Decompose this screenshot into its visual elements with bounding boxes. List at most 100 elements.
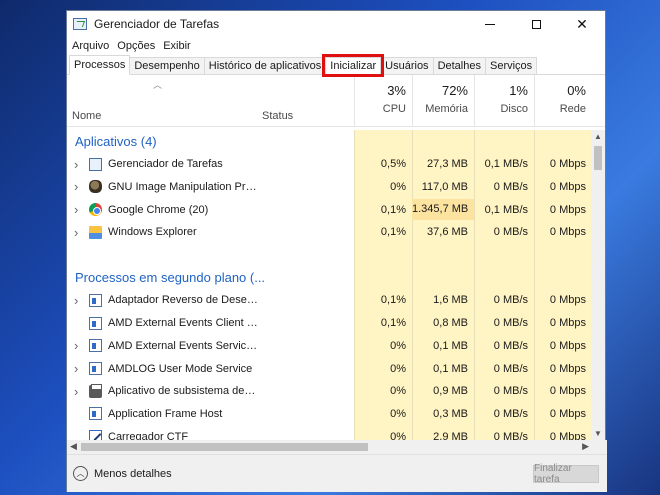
group-label: Processos em segundo plano (...: [75, 270, 266, 286]
less-details-label: Menos detalhes: [94, 467, 172, 480]
process-disk: 0 MB/s: [493, 226, 528, 239]
close-button[interactable]: ✕: [559, 11, 605, 37]
column-disk[interactable]: 1% Disco: [474, 75, 534, 127]
process-cpu: 0%: [390, 362, 406, 375]
maximize-button[interactable]: [513, 11, 559, 37]
process-disk: 0 MB/s: [493, 339, 528, 352]
process-disk: 0 MB/s: [493, 180, 528, 193]
column-header: ︿ Nome Status 3% CPU 72% Memória 1% Disc…: [67, 75, 605, 127]
tab-processos[interactable]: Processos: [69, 55, 131, 75]
process-name: AMD External Events Service M...: [108, 339, 258, 352]
process-name: GNU Image Manipulation Progr...: [108, 180, 258, 193]
chevron-right-icon[interactable]: ›: [74, 293, 78, 308]
process-name: Gerenciador de Tarefas: [108, 158, 223, 171]
chevron-right-icon[interactable]: ›: [74, 361, 78, 376]
process-cpu: 0,5%: [380, 158, 406, 171]
horizontal-scroll-thumb[interactable]: [81, 443, 368, 451]
process-row[interactable]: › AMD External Events Service M... 0% 0,1 M…: [67, 334, 592, 357]
group-header-apps[interactable]: Aplicativos (4): [67, 130, 592, 153]
tab-detalhes[interactable]: Detalhes: [432, 57, 486, 74]
scroll-left-icon[interactable]: ◀: [70, 441, 77, 452]
process-disk: 0 MB/s: [493, 294, 528, 307]
column-memory[interactable]: 72% Memória: [412, 75, 474, 127]
scroll-down-icon[interactable]: ▼: [594, 429, 602, 438]
horizontal-scrollbar[interactable]: ◀ ▶: [67, 440, 607, 454]
service-icon: [89, 316, 102, 330]
task-manager-icon: [89, 157, 102, 171]
menu-bar: Arquivo Opções Exibir: [67, 37, 605, 55]
tab-historico-de-aplicativos[interactable]: Histórico de aplicativos: [203, 57, 327, 74]
vertical-scrollbar[interactable]: ▲ ▼: [591, 130, 605, 440]
process-row[interactable]: › Gerenciador de Tarefas 0,5% 27,3 MB 0,1 MB…: [67, 153, 592, 176]
ctf-loader-icon: [89, 430, 102, 440]
process-row[interactable]: › Adaptador Reverso de Desempe... 0,1% 1,6 …: [67, 289, 592, 312]
process-mem: 2,9 MB: [433, 430, 468, 440]
disk-percent: 1%: [509, 83, 528, 98]
column-name[interactable]: Nome: [72, 110, 101, 122]
chevron-right-icon[interactable]: ›: [74, 338, 78, 353]
close-icon: ✕: [576, 15, 588, 32]
task-manager-window: Gerenciador de Tarefas ✕ Arquivo Opções …: [66, 10, 607, 492]
process-mem: 27,3 MB: [427, 158, 468, 171]
process-name: AMD External Events Client Mo...: [108, 317, 258, 330]
process-mem: 0,9 MB: [433, 385, 468, 398]
process-name: Carregador CTF: [108, 430, 189, 440]
process-row[interactable]: AMD External Events Client Mo... 0,1% 0,8 …: [67, 312, 592, 335]
service-icon: [89, 407, 102, 421]
process-net: 0 Mbps: [549, 158, 586, 171]
scroll-right-icon[interactable]: ▶: [582, 441, 589, 452]
process-disk: 0,1 MB/s: [484, 158, 528, 171]
sort-chevron-icon[interactable]: ︿: [153, 78, 162, 91]
chevron-right-icon[interactable]: ›: [74, 157, 78, 172]
chevron-right-icon[interactable]: ›: [74, 202, 78, 217]
process-row[interactable]: › GNU Image Manipulation Progr... 0% 117,0 …: [67, 175, 592, 198]
chevron-right-icon[interactable]: ›: [74, 179, 78, 194]
process-cpu: 0%: [390, 339, 406, 352]
process-net: 0 Mbps: [549, 294, 586, 307]
process-row[interactable]: Application Frame Host 0% 0,3 MB 0 MB/s 0 Mb…: [67, 402, 592, 425]
process-row[interactable]: › Google Chrome (20) 0,1% 1.345,7 MB 0,1 MB/…: [67, 198, 592, 221]
process-row[interactable]: › AMDLOG User Mode Service 0% 0,1 MB 0 MB/s 0…: [67, 357, 592, 380]
process-row[interactable]: Carregador CTF 0% 2,9 MB 0 MB/s 0 Mbps: [67, 425, 592, 440]
menu-exibir[interactable]: Exibir: [163, 40, 191, 52]
maximize-icon: [531, 19, 541, 29]
menu-opcoes[interactable]: Opções: [117, 40, 155, 52]
process-disk: 0 MB/s: [493, 385, 528, 398]
task-manager-icon: [73, 18, 87, 30]
column-status[interactable]: Status: [262, 110, 293, 122]
cpu-percent: 3%: [387, 83, 406, 98]
minimize-button[interactable]: [467, 11, 513, 37]
chevron-right-icon[interactable]: ›: [74, 225, 78, 240]
group-header-background[interactable]: Processos em segundo plano (...: [67, 266, 592, 289]
memory-percent: 72%: [441, 83, 468, 98]
printer-icon: [89, 383, 102, 398]
process-cpu: 0%: [390, 407, 406, 420]
tab-desempenho[interactable]: Desempenho: [129, 57, 205, 74]
process-row[interactable]: › Aplicativo de subsistema de spo... 0% 0,9…: [67, 380, 592, 403]
process-cpu: 0%: [390, 430, 406, 440]
footer-bar: ︿ Menos detalhes Finalizar tarefa: [67, 454, 607, 492]
process-mem: 1,6 MB: [433, 294, 468, 307]
process-mem: 0,3 MB: [433, 407, 468, 420]
end-task-button[interactable]: Finalizar tarefa: [533, 463, 599, 485]
vertical-scroll-thumb[interactable]: [594, 146, 602, 170]
chevron-right-icon[interactable]: ›: [74, 384, 78, 399]
title-bar: Gerenciador de Tarefas ✕: [67, 11, 605, 37]
column-cpu[interactable]: 3% CPU: [354, 75, 412, 127]
process-mem: 0,1 MB: [433, 362, 468, 375]
less-details-button[interactable]: ︿ Menos detalhes: [73, 466, 172, 481]
process-row[interactable]: › Windows Explorer 0,1% 37,6 MB 0 MB/s 0 Mbps: [67, 221, 592, 244]
process-disk: 0 MB/s: [493, 430, 528, 440]
process-mem: 1.345,7 MB: [412, 199, 474, 221]
process-mem: 117,0 MB: [421, 180, 468, 193]
scroll-up-icon[interactable]: ▲: [594, 132, 602, 141]
tab-inicializar[interactable]: Inicializar: [322, 54, 385, 77]
process-list: Aplicativos (4) › Gerenciador de Tarefas 0,…: [67, 130, 592, 440]
column-network[interactable]: 0% Rede: [534, 75, 592, 127]
process-disk: 0 MB/s: [493, 317, 528, 330]
process-cpu: 0,1%: [380, 317, 406, 330]
process-disk: 0 MB/s: [493, 407, 528, 420]
tab-servicos[interactable]: Serviços: [484, 57, 538, 74]
tab-usuarios[interactable]: Usuários: [380, 57, 434, 74]
menu-arquivo[interactable]: Arquivo: [72, 40, 109, 52]
